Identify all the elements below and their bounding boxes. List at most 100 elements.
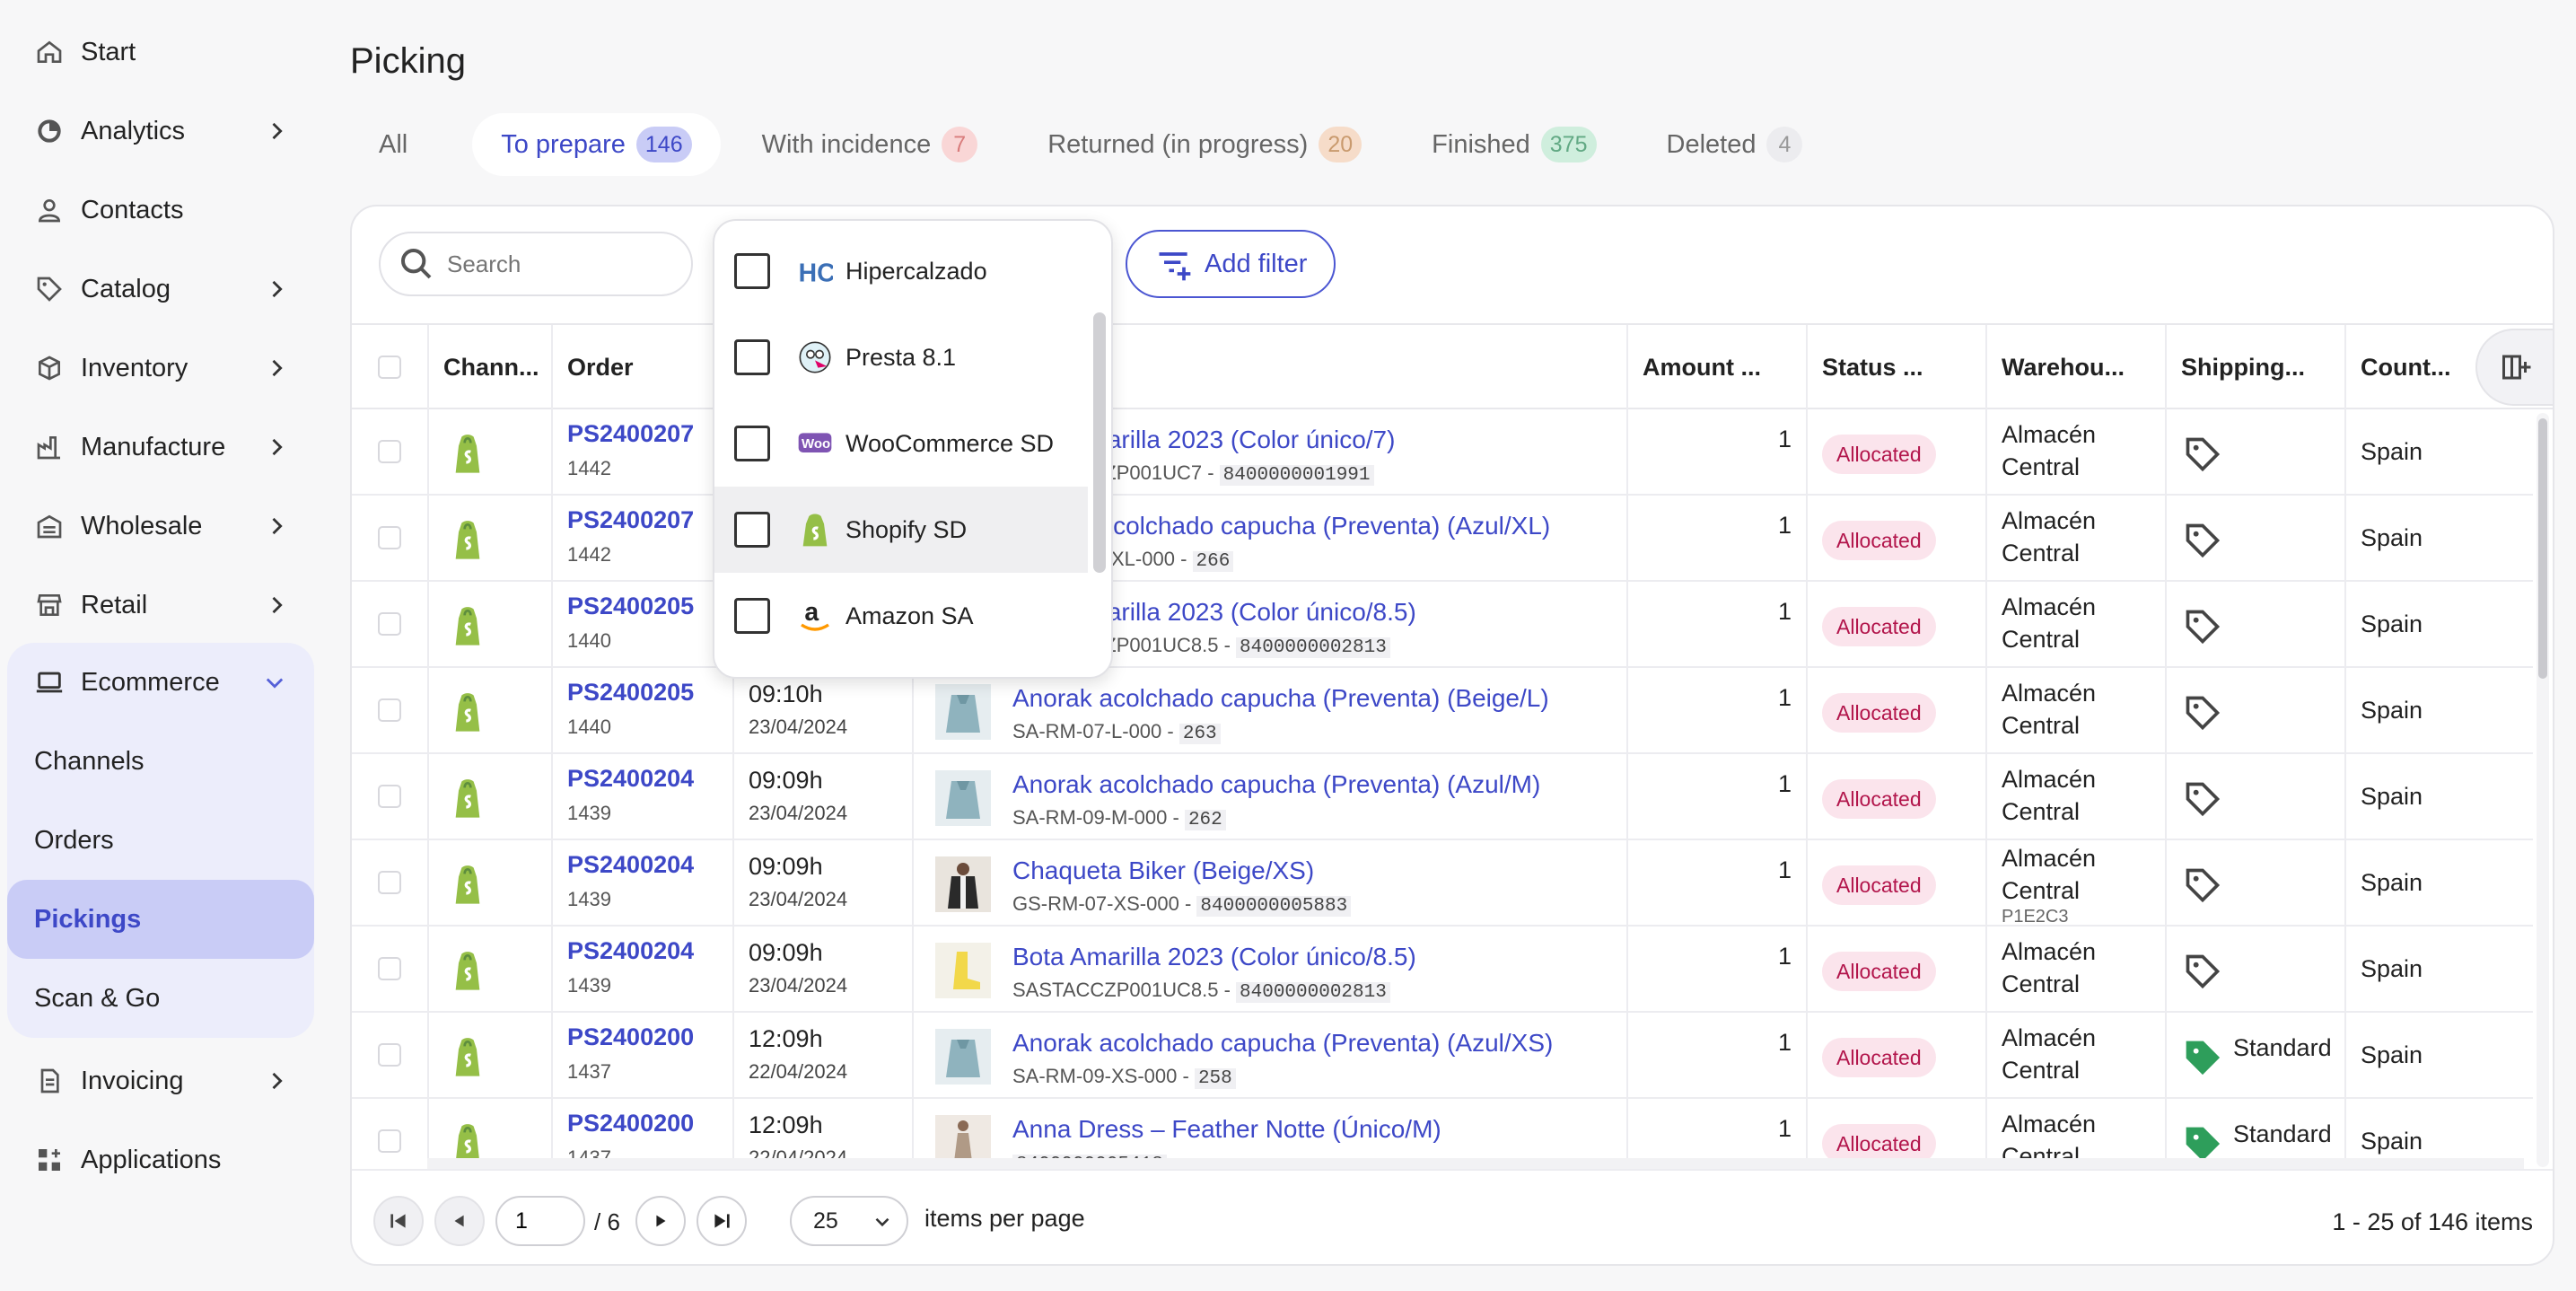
search-box[interactable] <box>379 232 693 296</box>
sidebar-item-applications[interactable]: Applications <box>0 1120 323 1199</box>
column-header-shipping[interactable]: Shipping... <box>2165 325 2344 409</box>
product-link[interactable]: Anorak acolchado capucha (Preventa) (Bei… <box>1012 684 1549 713</box>
table-row[interactable]: PS2400205 1440 09:10h 23/04/2024 Anorak acol… <box>352 668 2533 754</box>
table-row[interactable]: PS2400207 1442 Anorak acolchado capucha (P… <box>352 496 2533 582</box>
row-checkbox[interactable] <box>378 440 401 463</box>
channel-option-shopify-sd[interactable]: Shopify SD <box>714 487 1088 573</box>
tab-to-prepare[interactable]: To prepare 146 <box>472 113 721 176</box>
table-row[interactable]: PS2400204 1439 09:09h 23/04/2024 Bota Amaril… <box>352 927 2533 1013</box>
product-link[interactable]: Anorak acolchado capucha (Preventa) (Azu… <box>1012 770 1540 799</box>
order-link[interactable]: PS2400205 <box>567 679 732 707</box>
country-value: Spain <box>2361 869 2423 896</box>
table-row[interactable]: PS2400207 1442 Bota Amarilla 2023 (Color ú… <box>352 409 2533 496</box>
tab-finished[interactable]: Finished 375 <box>1403 113 1625 176</box>
chevron-right-glyph <box>272 596 283 614</box>
channel-checkbox[interactable] <box>734 512 770 548</box>
sidebar-item-ecommerce[interactable]: Ecommerce <box>7 643 314 722</box>
table-row[interactable]: PS2400204 1439 09:09h 23/04/2024 Chaqueta Bi… <box>352 840 2533 927</box>
row-checkbox[interactable] <box>378 612 401 636</box>
sidebar-item-catalog[interactable]: Catalog <box>0 250 323 329</box>
row-checkbox[interactable] <box>378 526 401 549</box>
row-checkbox[interactable] <box>378 785 401 808</box>
product-link[interactable]: Anna Dress – Feather Notte (Único/M) <box>1012 1115 1441 1144</box>
order-number: 1440 <box>567 716 611 738</box>
order-link[interactable]: PS2400200 <box>567 1110 732 1137</box>
order-link[interactable]: PS2400207 <box>567 506 732 534</box>
channel-option-woocommerce-sd[interactable]: Woo WooCommerce SD <box>714 400 1088 487</box>
sidebar-subitem-scan-go[interactable]: Scan & Go <box>7 959 314 1038</box>
channel-checkbox[interactable] <box>734 598 770 634</box>
channel-option-presta-8-1[interactable]: Presta 8.1 <box>714 314 1088 400</box>
product-sku: SA-RM-09-M-000 - 262 <box>1012 806 1226 830</box>
sidebar-subitem-channels[interactable]: Channels <box>7 722 314 801</box>
sidebar-item-analytics[interactable]: Analytics <box>0 92 323 171</box>
sidebar-item-start[interactable]: Start <box>0 13 323 92</box>
column-header-amount[interactable]: Amount ... <box>1626 325 1806 409</box>
row-checkbox[interactable] <box>378 957 401 980</box>
tab-with-incidence[interactable]: With incidence 7 <box>733 113 1007 176</box>
column-header-order[interactable]: Order <box>551 325 732 409</box>
channel-checkbox[interactable] <box>734 253 770 289</box>
sku-text: SA-RM-09-XS-000 <box>1012 1065 1178 1087</box>
vertical-scrollbar[interactable] <box>2537 413 2549 1167</box>
sidebar-item-label: Catalog <box>81 274 171 303</box>
channel-option-amazon-sa[interactable]: a Amazon SA <box>714 573 1088 659</box>
scrollbar-thumb[interactable] <box>2538 418 2547 679</box>
product-cell: Chaqueta Biker (Beige/XS) GS-RM-07-XS-000… <box>912 840 1626 925</box>
tab-count-badge: 4 <box>1766 127 1803 162</box>
sidebar-subitem-orders[interactable]: Orders <box>7 801 314 880</box>
column-settings-button[interactable] <box>2475 329 2553 406</box>
order-link[interactable]: PS2400204 <box>567 851 732 879</box>
column-header-status[interactable]: Status ... <box>1806 325 1985 409</box>
sidebar-item-wholesale[interactable]: Wholesale <box>0 487 323 566</box>
product-link[interactable]: Bota Amarilla 2023 (Color único/8.5) <box>1012 943 1416 971</box>
previous-page-button[interactable] <box>434 1196 485 1246</box>
dropdown-scrollbar[interactable] <box>1093 312 1106 573</box>
status-tabs: All To prepare 146 With incidence 7 Returned … <box>350 113 1844 176</box>
channel-option-hipercalzado[interactable]: HC Hipercalzado <box>714 228 1088 314</box>
order-link[interactable]: PS2400204 <box>567 765 732 793</box>
country-value: Spain <box>2361 1128 2423 1155</box>
product-link[interactable]: Anorak acolchado capucha (Preventa) (Azu… <box>1012 1029 1553 1058</box>
last-page-button[interactable] <box>697 1196 747 1246</box>
per-page-select[interactable]: 25 <box>790 1196 908 1246</box>
country-cell: Spain <box>2344 840 2533 925</box>
row-checkbox[interactable] <box>378 698 401 722</box>
order-link[interactable]: PS2400200 <box>567 1023 732 1051</box>
channel-checkbox[interactable] <box>734 426 770 461</box>
row-checkbox[interactable] <box>378 871 401 894</box>
sku-separator: - <box>1174 548 1193 570</box>
order-link[interactable]: PS2400207 <box>567 420 732 448</box>
warehouse-cell: Almacén Central <box>1985 754 2165 839</box>
table-row[interactable]: PS2400204 1439 09:09h 23/04/2024 Anorak acol… <box>352 754 2533 840</box>
order-link[interactable]: PS2400205 <box>567 593 732 620</box>
tab-returned-in-progress[interactable]: Returned (in progress) 20 <box>1019 113 1390 176</box>
row-select-cell <box>352 409 427 494</box>
column-header-country[interactable]: Count... <box>2344 325 2470 409</box>
sidebar-item-inventory[interactable]: Inventory <box>0 329 323 408</box>
search-input[interactable] <box>447 250 680 278</box>
page-number-input[interactable] <box>495 1196 585 1246</box>
channel-checkbox[interactable] <box>734 339 770 375</box>
row-checkbox[interactable] <box>378 1129 401 1153</box>
order-link[interactable]: PS2400204 <box>567 937 732 965</box>
tab-all[interactable]: All <box>350 113 436 176</box>
add-filter-button[interactable]: Add filter <box>1126 230 1336 298</box>
sidebar-item-retail[interactable]: Retail <box>0 566 323 645</box>
tab-deleted[interactable]: Deleted 4 <box>1638 113 1832 176</box>
sidebar-item-manufacture[interactable]: Manufacture <box>0 408 323 487</box>
table-row[interactable]: PS2400205 1440 Bota Amarilla 2023 (Color ú… <box>352 582 2533 668</box>
sidebar-item-contacts[interactable]: Contacts <box>0 171 323 250</box>
product-link[interactable]: Chaqueta Biker (Beige/XS) <box>1012 856 1314 885</box>
next-page-button[interactable] <box>635 1196 686 1246</box>
table-row[interactable]: PS2400200 1437 12:09h 22/04/2024 Anorak acol… <box>352 1013 2533 1099</box>
horizontal-scrollbar[interactable] <box>427 1158 2524 1169</box>
select-all-checkbox[interactable] <box>378 356 401 379</box>
sidebar-item-invoicing[interactable]: Invoicing <box>0 1041 323 1120</box>
row-checkbox[interactable] <box>378 1043 401 1067</box>
column-header-warehouse[interactable]: Warehou... <box>1985 325 2165 409</box>
first-page-button[interactable] <box>373 1196 424 1246</box>
sidebar-subitem-pickings[interactable]: Pickings <box>7 880 314 959</box>
column-header-channel[interactable]: Chann... <box>427 325 551 409</box>
chevron-right-icon <box>264 356 289 381</box>
